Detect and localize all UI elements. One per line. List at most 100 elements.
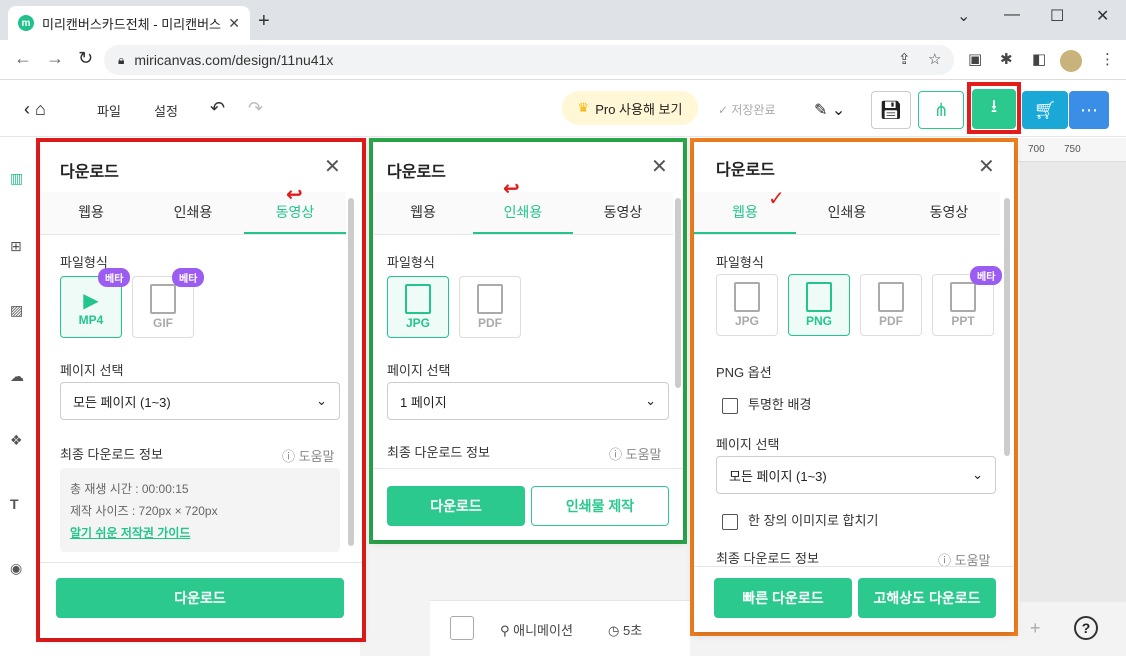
help-link[interactable]: ⓘ 도움말 bbox=[609, 444, 662, 463]
print-order-button[interactable]: 인쇄물 제작 bbox=[531, 486, 669, 526]
browser-tab[interactable]: m 미리캔버스카드전체 - 미리캔버스 ✕ bbox=[8, 6, 250, 40]
redo-icon[interactable]: ↷ bbox=[248, 98, 263, 119]
share-page-icon[interactable]: ⇪ bbox=[898, 50, 911, 68]
close-icon[interactable]: ✕ bbox=[324, 154, 341, 179]
download-icon[interactable]: ⭳ bbox=[972, 89, 1016, 129]
address-bar[interactable]: 🔒︎ miricanvas.com/design/11nu41x bbox=[104, 45, 954, 75]
profile-avatar[interactable] bbox=[1060, 50, 1082, 72]
help-icon[interactable]: ? bbox=[1074, 616, 1098, 640]
close-window-button[interactable]: ✕ bbox=[1096, 6, 1109, 26]
text-icon[interactable]: T bbox=[10, 496, 19, 512]
sidepanel-icon[interactable]: ◧ bbox=[1032, 50, 1046, 68]
canvas-page-edge bbox=[1020, 162, 1126, 602]
beta-badge: 베타 bbox=[970, 266, 1003, 285]
zoom-plus-icon[interactable]: + bbox=[1030, 618, 1041, 639]
file-type-label: 파일형식 bbox=[387, 255, 435, 270]
red-check-mark: ↩ bbox=[286, 184, 303, 206]
bookmark-star-icon[interactable]: ☆ bbox=[928, 50, 941, 68]
maximize-button[interactable]: ☐ bbox=[1050, 6, 1064, 26]
image-file-icon bbox=[734, 282, 760, 312]
left-sidebar bbox=[0, 138, 34, 656]
tab-video[interactable]: 동영상 bbox=[898, 192, 1000, 234]
fast-download-button[interactable]: 빠른 다운로드 bbox=[714, 578, 852, 618]
settings-menu[interactable]: 설정 bbox=[154, 101, 178, 120]
png-options-label: PNG 옵션 bbox=[716, 365, 772, 380]
ruler-tick: 750 bbox=[1064, 144, 1081, 155]
new-tab-button[interactable]: + bbox=[258, 10, 270, 33]
file-menu[interactable]: 파일 bbox=[97, 101, 121, 120]
browser-menu-icon[interactable]: ⋮ bbox=[1100, 50, 1115, 68]
minimize-button[interactable]: — bbox=[1004, 6, 1020, 24]
tab-web[interactable]: 웹용 bbox=[40, 192, 142, 234]
tab-print[interactable]: 인쇄용 bbox=[473, 192, 573, 234]
tab-print[interactable]: 인쇄용 bbox=[796, 192, 898, 234]
crown-icon: ♛ bbox=[577, 100, 590, 115]
download-button[interactable]: 다운로드 bbox=[387, 486, 525, 526]
info-label: 최종 다운로드 정보 bbox=[387, 445, 490, 460]
palette-icon[interactable]: ◉ bbox=[10, 560, 22, 577]
scrollbar[interactable] bbox=[1004, 198, 1010, 456]
duration-button[interactable]: ◷ 5초 bbox=[608, 620, 642, 639]
close-icon[interactable]: ✕ bbox=[651, 154, 668, 179]
format-png-button[interactable]: PNG bbox=[788, 274, 850, 336]
work-icon[interactable]: ⊞ bbox=[10, 238, 22, 255]
help-label: 도움말 bbox=[625, 447, 662, 462]
panel-title: 다운로드 bbox=[716, 162, 775, 179]
page-select-dropdown[interactable]: 1 페이지 ⌄ bbox=[387, 382, 669, 420]
pro-trial-button[interactable]: ♛ Pro 사용해 보기 bbox=[562, 91, 698, 125]
format-name: PDF bbox=[478, 316, 502, 330]
format-name: PDF bbox=[879, 314, 903, 328]
help-label: 도움말 bbox=[298, 449, 335, 464]
scrollbar[interactable] bbox=[348, 198, 354, 546]
tab-print[interactable]: 인쇄용 bbox=[142, 192, 244, 234]
forward-arrow-icon[interactable]: → bbox=[46, 48, 64, 69]
animation-button[interactable]: ⚲ 애니메이션 bbox=[500, 620, 573, 639]
page-select-label: 페이지 선택 bbox=[387, 363, 451, 378]
pen-icon[interactable]: ✎ ⌄ bbox=[814, 100, 845, 120]
tab-web[interactable]: 웹용 bbox=[373, 192, 473, 234]
red-check-mark: ↩ bbox=[503, 178, 520, 200]
page-thumbnail[interactable] bbox=[450, 616, 474, 640]
home-icon[interactable]: ‹ ⌂ bbox=[24, 99, 46, 120]
tab-video[interactable]: 동영상 bbox=[573, 192, 673, 234]
puzzle-icon[interactable]: ✱ bbox=[1000, 50, 1013, 68]
photo-icon[interactable]: ▨ bbox=[10, 302, 23, 319]
extension-icon[interactable]: ▣ bbox=[968, 50, 982, 68]
hq-download-button[interactable]: 고해상도 다운로드 bbox=[858, 578, 996, 618]
help-link[interactable]: ⓘ 도움말 bbox=[282, 446, 335, 465]
checkbox[interactable] bbox=[722, 397, 738, 414]
page-select-dropdown[interactable]: 모든 페이지 (1~3) ⌄ bbox=[716, 456, 996, 494]
ruler-tick: 700 bbox=[1028, 144, 1045, 155]
gif-file-icon bbox=[150, 284, 176, 314]
format-jpg-button[interactable]: JPG bbox=[387, 276, 449, 338]
cart-icon[interactable]: 🛒︎ bbox=[1022, 91, 1068, 129]
upload-icon[interactable]: ☁︎ bbox=[10, 368, 24, 385]
more-options-icon[interactable]: ⋯ bbox=[1069, 91, 1109, 129]
back-arrow-icon[interactable]: ← bbox=[14, 48, 32, 69]
scrollbar[interactable] bbox=[675, 198, 681, 388]
reload-icon[interactable]: ↻ bbox=[78, 48, 93, 69]
transparent-bg-label: 투명한 배경 bbox=[748, 397, 812, 412]
template-icon[interactable]: ▥ bbox=[10, 170, 23, 187]
tab-close-icon[interactable]: ✕ bbox=[228, 15, 240, 32]
page-select-dropdown[interactable]: 모든 페이지 (1~3) ⌄ bbox=[60, 382, 340, 420]
download-button[interactable]: 다운로드 bbox=[56, 578, 344, 618]
undo-icon[interactable]: ↶ bbox=[210, 98, 225, 119]
format-pdf-button[interactable]: PDF bbox=[860, 274, 922, 336]
tab-search-icon[interactable]: ⌄ bbox=[957, 6, 970, 26]
format-pdf-button[interactable]: PDF bbox=[459, 276, 521, 338]
merge-images-checkbox[interactable]: 한 장의 이미지로 합치기 bbox=[722, 510, 878, 530]
duration-label: 5초 bbox=[622, 623, 643, 638]
animation-label: 애니메이션 bbox=[513, 623, 573, 638]
download-tabs: 웹용 인쇄용 동영상 bbox=[373, 192, 673, 235]
image-file-icon bbox=[806, 282, 832, 312]
checkbox[interactable] bbox=[722, 513, 738, 530]
copyright-guide-link[interactable]: 알기 쉬운 저작권 가이드 bbox=[70, 526, 190, 540]
share-icon[interactable]: ⋔ bbox=[918, 91, 964, 129]
download-panel-video: 다운로드 ✕ 웹용 인쇄용 동영상 ↩ 파일형식 ▶ MP4 베타 GIF 베타… bbox=[40, 142, 362, 638]
close-icon[interactable]: ✕ bbox=[978, 154, 995, 179]
element-icon[interactable]: ❖ bbox=[10, 432, 23, 449]
transparent-bg-checkbox[interactable]: 투명한 배경 bbox=[722, 394, 811, 414]
save-disk-icon[interactable]: 💾︎ bbox=[871, 91, 911, 129]
format-jpg-button[interactable]: JPG bbox=[716, 274, 778, 336]
